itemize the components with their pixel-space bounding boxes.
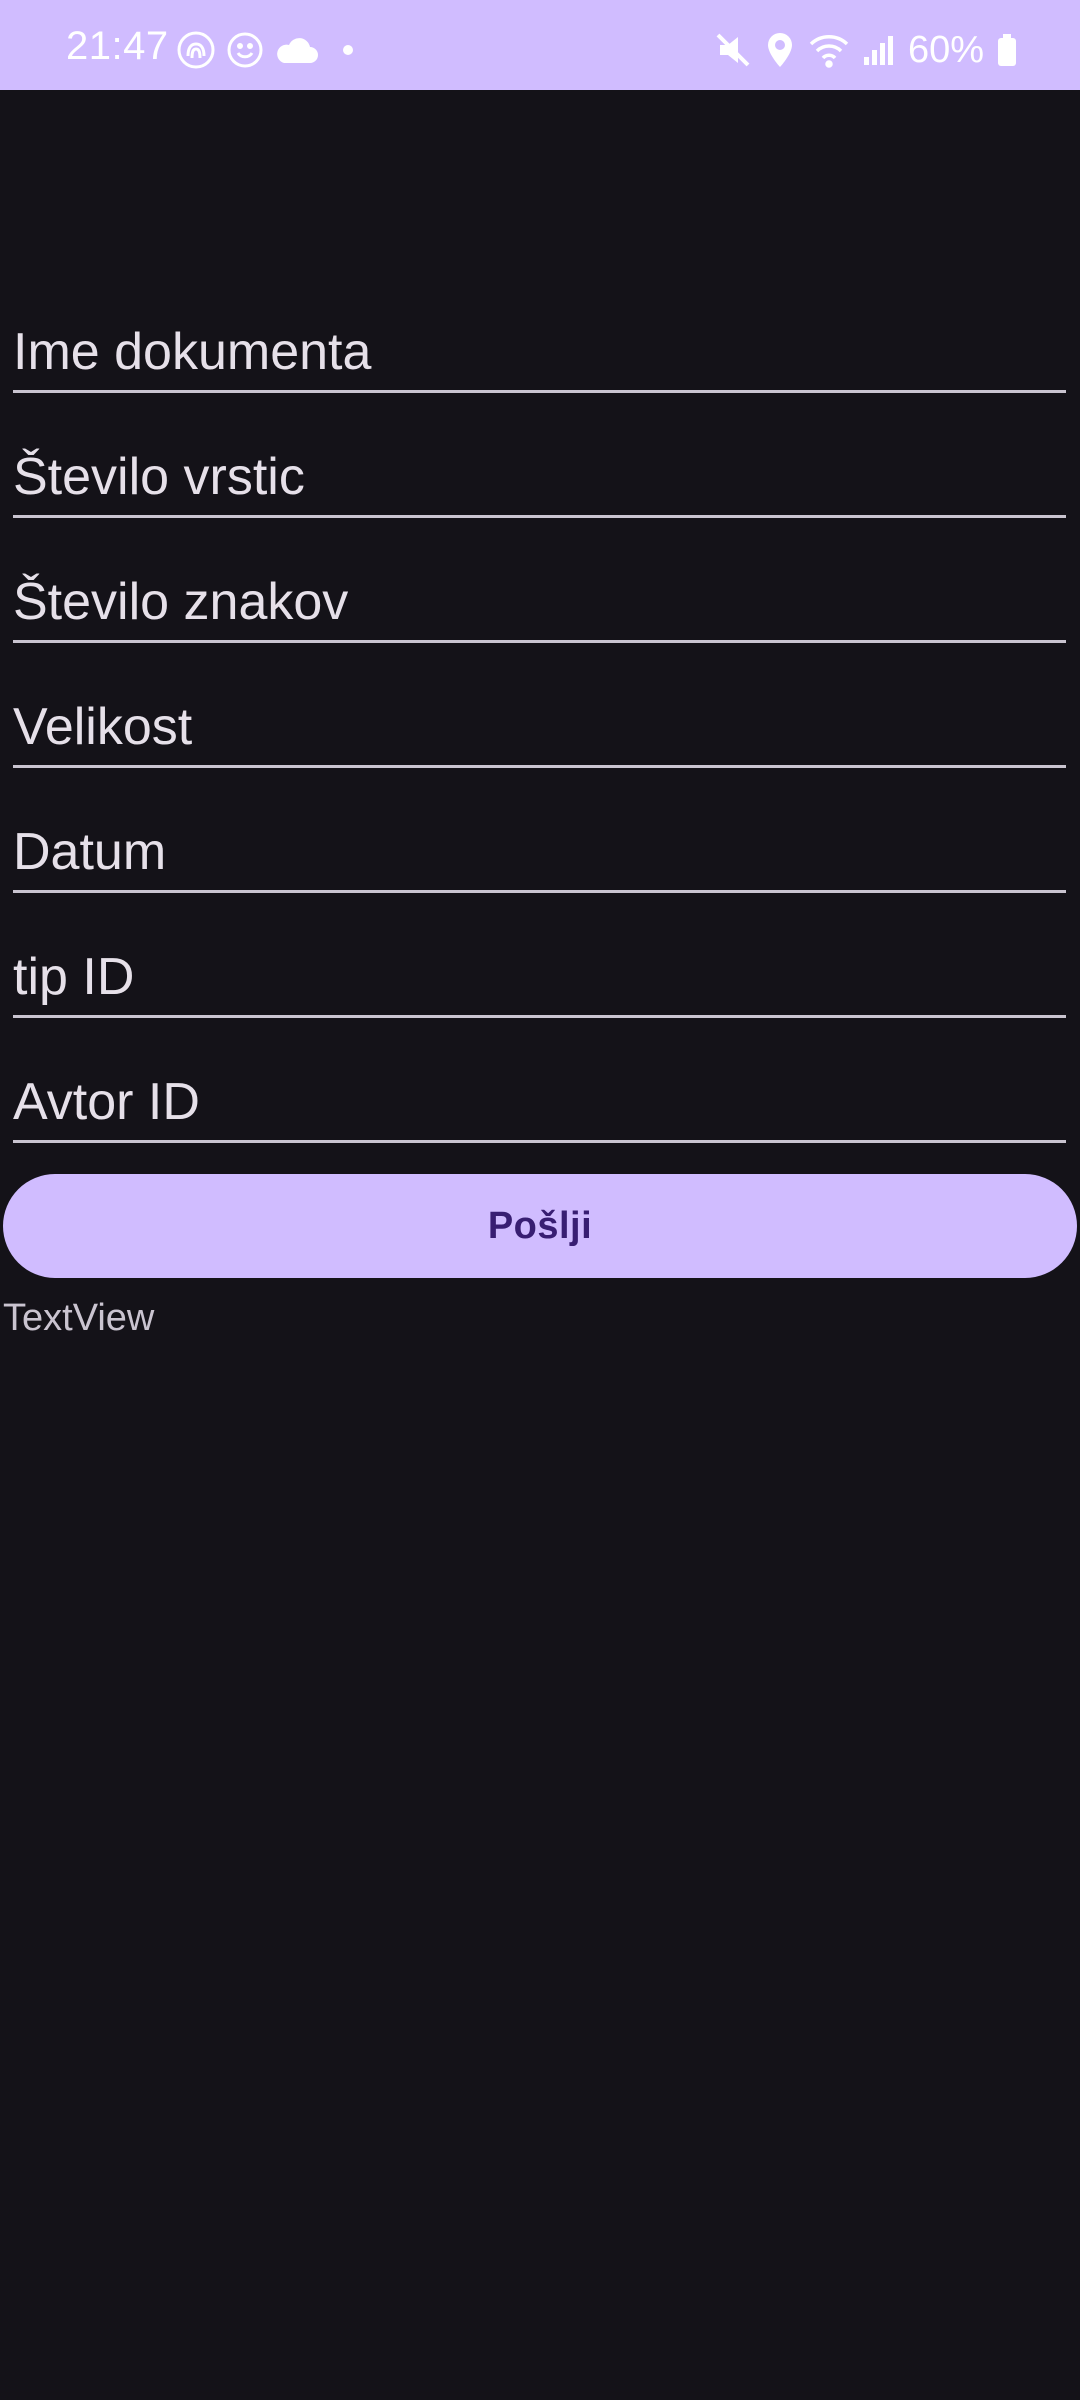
face-icon	[226, 31, 264, 69]
result-text-view: TextView	[3, 1297, 155, 1339]
size-field[interactable]	[13, 688, 1066, 768]
cloud-icon	[274, 35, 318, 65]
dot-icon	[328, 40, 358, 60]
wifi-icon	[808, 32, 850, 68]
fingerprint-icon	[176, 30, 216, 70]
send-button[interactable]: Pošlji	[3, 1174, 1077, 1278]
line-count-field[interactable]	[13, 438, 1066, 518]
character-count-field[interactable]	[13, 563, 1066, 643]
date-input[interactable]	[13, 820, 1066, 884]
size-input[interactable]	[13, 695, 1066, 759]
type-id-field[interactable]	[13, 938, 1066, 1018]
mute-icon	[714, 31, 752, 69]
battery-percentage: 60%	[907, 29, 984, 71]
document-name-input[interactable]	[13, 320, 1066, 384]
character-count-input[interactable]	[13, 570, 1066, 634]
status-notification-icons	[176, 30, 358, 70]
location-icon	[764, 31, 796, 69]
author-id-field[interactable]	[13, 1063, 1066, 1143]
document-name-field[interactable]	[13, 313, 1066, 393]
status-time: 21:47	[66, 24, 169, 68]
date-field[interactable]	[13, 813, 1066, 893]
signal-icon	[862, 33, 896, 67]
battery-icon	[996, 33, 1018, 67]
status-system-icons: 60%	[714, 28, 1018, 72]
status-bar: 21:47 60%	[0, 0, 1080, 90]
author-id-input[interactable]	[13, 1070, 1066, 1134]
line-count-input[interactable]	[13, 445, 1066, 509]
type-id-input[interactable]	[13, 945, 1066, 1009]
